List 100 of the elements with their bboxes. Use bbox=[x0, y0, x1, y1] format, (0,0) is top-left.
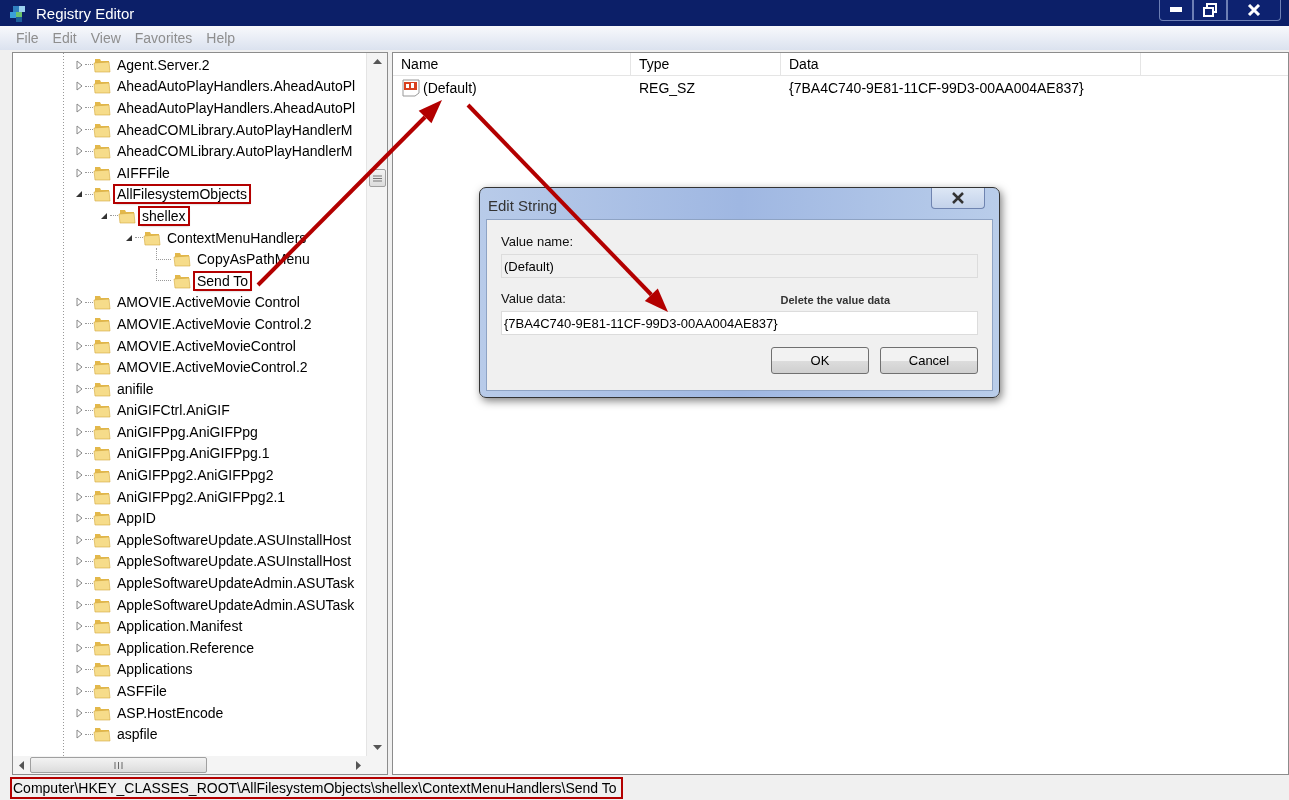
collapsed-caret-icon[interactable] bbox=[73, 533, 85, 546]
folder-icon bbox=[93, 682, 111, 700]
window-title: Registry Editor bbox=[36, 4, 135, 22]
tree-item[interactable]: Send To bbox=[195, 272, 251, 289]
column-header[interactable]: Type bbox=[631, 53, 781, 75]
collapsed-caret-icon[interactable] bbox=[73, 620, 85, 633]
tree-item[interactable]: AIFFFile bbox=[115, 164, 172, 181]
collapsed-caret-icon[interactable] bbox=[73, 512, 85, 525]
status-path: Computer\HKEY_CLASSES_ROOT\AllFilesystemObjects\shellex\ContextMenuHandlers\Send To bbox=[12, 778, 621, 797]
vertical-scrollbar[interactable] bbox=[366, 53, 387, 756]
collapsed-caret-icon[interactable] bbox=[73, 469, 85, 482]
folder-icon bbox=[93, 509, 111, 528]
dialog-button[interactable]: Cancel bbox=[880, 347, 978, 374]
tree-item[interactable]: shellex bbox=[140, 207, 188, 224]
folder-icon bbox=[93, 444, 111, 463]
collapsed-caret-icon[interactable] bbox=[73, 80, 85, 93]
collapsed-caret-icon[interactable] bbox=[73, 58, 85, 71]
collapsed-caret-icon[interactable] bbox=[73, 555, 85, 568]
scroll-right-icon bbox=[356, 760, 361, 770]
restore-button[interactable] bbox=[1193, 0, 1227, 21]
folder-icon bbox=[93, 77, 111, 96]
close-button[interactable] bbox=[1227, 0, 1281, 21]
tree-item[interactable]: AMOVIE.ActiveMovieControl bbox=[115, 337, 298, 354]
collapsed-caret-icon[interactable] bbox=[73, 296, 85, 309]
tree-item[interactable]: AMOVIE.ActiveMovie Control.2 bbox=[115, 315, 314, 332]
tree-item[interactable]: Agent.Server.2 bbox=[115, 56, 212, 73]
collapsed-caret-icon[interactable] bbox=[73, 339, 85, 352]
tree-item[interactable]: AheadAutoPlayHandlers.AheadAutoPl bbox=[115, 100, 358, 116]
collapsed-caret-icon[interactable] bbox=[73, 145, 85, 158]
collapsed-caret-icon[interactable] bbox=[73, 447, 85, 460]
folder-icon bbox=[93, 293, 111, 312]
tree-item[interactable]: AniGIFPpg2.AniGIFPpg2.1 bbox=[115, 488, 288, 505]
tree-item[interactable]: AniGIFPpg.AniGIFPpg bbox=[115, 423, 260, 440]
collapsed-caret-icon[interactable] bbox=[73, 685, 85, 697]
folder-icon bbox=[93, 99, 111, 117]
tree-item[interactable]: anifile bbox=[115, 380, 156, 397]
collapsed-caret-icon[interactable] bbox=[73, 598, 85, 611]
scroll-down-icon bbox=[372, 745, 382, 750]
folder-icon bbox=[93, 142, 111, 161]
tree-item[interactable]: AheadAutoPlayHandlers.AheadAutoPl bbox=[115, 78, 358, 95]
collapsed-caret-icon[interactable] bbox=[73, 102, 85, 114]
folder-icon bbox=[93, 552, 111, 571]
tree-item[interactable]: AppleSoftwareUpdateAdmin.ASUTask bbox=[115, 575, 357, 592]
tree-item[interactable]: AppleSoftwareUpdate.ASUInstallHost bbox=[115, 531, 354, 548]
value-data-field[interactable]: {7BA4C740-9E81-11CF-99D3-00AA004AE837} bbox=[501, 311, 978, 335]
column-header[interactable]: Data bbox=[781, 53, 1141, 75]
value-data: {7BA4C740-9E81-11CF-99D3-00AA004AE837} bbox=[789, 80, 1084, 96]
collapsed-caret-icon[interactable] bbox=[73, 382, 85, 395]
tree-item[interactable]: AniGIFPpg2.AniGIFPpg2 bbox=[115, 467, 276, 484]
registry-cubes-icon bbox=[8, 3, 28, 23]
folder-icon bbox=[93, 574, 111, 593]
collapsed-caret-icon[interactable] bbox=[73, 577, 85, 590]
tree-item[interactable]: AppID bbox=[115, 510, 158, 527]
tree-item[interactable]: AllFilesystemObjects bbox=[115, 186, 249, 203]
tree-item[interactable]: Applications bbox=[115, 661, 195, 678]
collapsed-caret-icon[interactable] bbox=[73, 317, 85, 330]
minimize-button[interactable] bbox=[1159, 0, 1193, 21]
tree-item[interactable]: AMOVIE.ActiveMovieControl.2 bbox=[115, 359, 310, 376]
folder-icon bbox=[173, 250, 191, 269]
folder-icon bbox=[93, 617, 111, 636]
collapsed-caret-icon[interactable] bbox=[73, 706, 85, 719]
dialog-title: Edit String bbox=[488, 197, 558, 214]
column-header[interactable]: Name bbox=[393, 53, 631, 75]
tree-item[interactable]: AheadCOMLibrary.AutoPlayHandlerM bbox=[115, 121, 355, 138]
tree-item[interactable]: AMOVIE.ActiveMovie Control bbox=[115, 294, 302, 311]
value-name-field[interactable]: (Default) bbox=[501, 254, 978, 278]
tree-item[interactable]: AniGIFCtrl.AniGIF bbox=[115, 402, 232, 419]
tree-item[interactable]: ASP.HostEncode bbox=[115, 704, 226, 721]
tree-item[interactable]: ASFFile bbox=[115, 683, 169, 699]
collapsed-caret-icon[interactable] bbox=[73, 425, 85, 438]
close-icon bbox=[1247, 4, 1261, 16]
collapsed-caret-icon[interactable] bbox=[73, 641, 85, 654]
folder-icon bbox=[93, 725, 111, 744]
annotation-note: Delete the value data bbox=[780, 294, 890, 306]
tree-item[interactable]: AniGIFPpg.AniGIFPpg.1 bbox=[115, 445, 272, 462]
minimize-icon bbox=[1170, 7, 1182, 13]
close-button[interactable] bbox=[931, 188, 985, 209]
collapsed-caret-icon[interactable] bbox=[73, 166, 85, 179]
horizontal-scrollbar[interactable] bbox=[13, 756, 387, 774]
dialog-button[interactable]: OK bbox=[771, 347, 869, 374]
value-type: REG_SZ bbox=[639, 80, 695, 96]
restore-icon bbox=[1203, 3, 1217, 17]
collapsed-caret-icon[interactable] bbox=[73, 663, 85, 676]
tree-item[interactable]: aspfile bbox=[115, 726, 160, 743]
collapsed-caret-icon[interactable] bbox=[73, 490, 85, 503]
collapsed-caret-icon[interactable] bbox=[73, 123, 85, 136]
scroll-up-icon bbox=[372, 59, 382, 64]
folder-icon bbox=[93, 185, 111, 204]
tree-item[interactable]: AppleSoftwareUpdateAdmin.ASUTask bbox=[115, 596, 357, 613]
collapsed-caret-icon[interactable] bbox=[73, 361, 85, 374]
tree-item[interactable]: Application.Manifest bbox=[115, 618, 245, 635]
tree-item[interactable]: AppleSoftwareUpdate.ASUInstallHost bbox=[115, 553, 354, 570]
scroll-left-icon bbox=[19, 760, 24, 770]
tree-item[interactable]: Application.Reference bbox=[115, 639, 256, 656]
collapsed-caret-icon[interactable] bbox=[73, 728, 85, 741]
field-label: Value name: bbox=[501, 234, 575, 249]
collapsed-caret-icon[interactable] bbox=[73, 404, 85, 417]
close-icon bbox=[951, 192, 965, 204]
tree-item[interactable]: AheadCOMLibrary.AutoPlayHandlerM bbox=[115, 143, 355, 160]
folder-icon bbox=[93, 358, 111, 377]
